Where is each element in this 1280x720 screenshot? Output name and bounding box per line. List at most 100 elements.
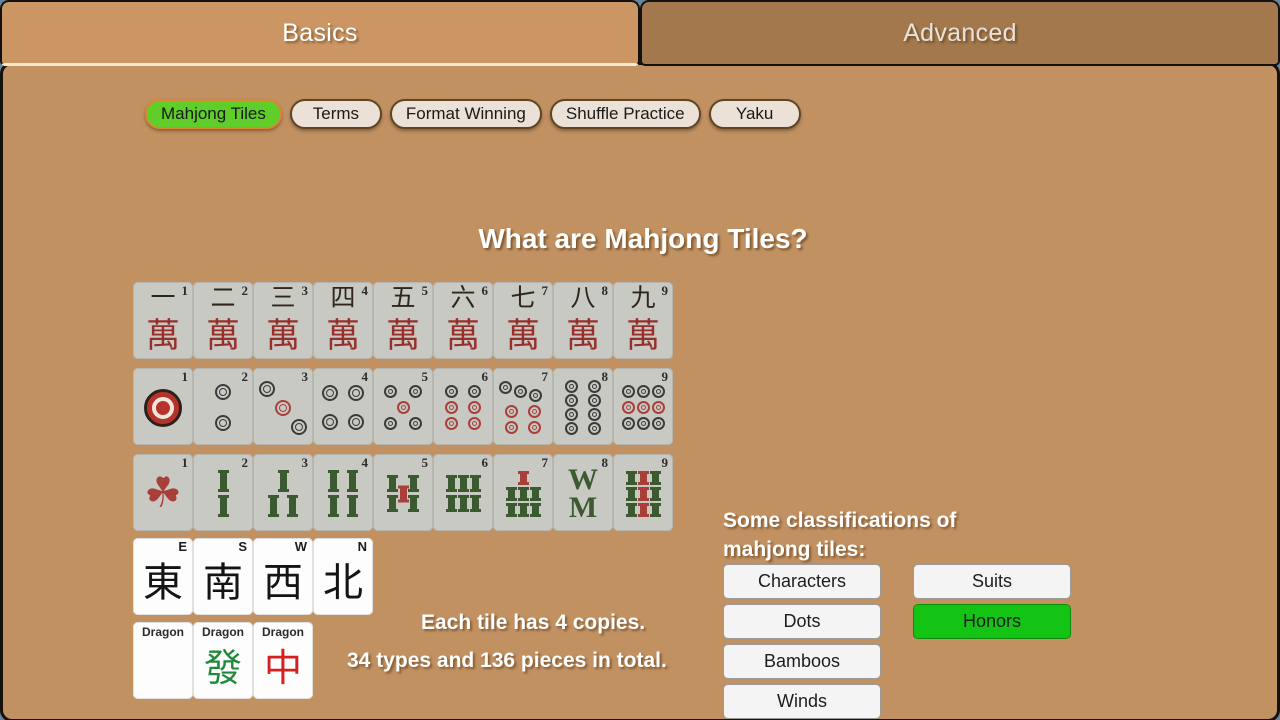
tile-character-9[interactable]: 9 九 萬 — [613, 282, 673, 359]
bamboo-stick-icon — [517, 486, 529, 501]
tile-dragon-red[interactable]: Dragon 中 — [253, 622, 313, 699]
dot-icon — [636, 385, 650, 398]
tile-bamboo-2[interactable]: 2 — [193, 454, 253, 531]
tile-dragon-white[interactable]: Dragon — [133, 622, 193, 699]
bamboo-stick-icon — [505, 486, 517, 501]
subnav-item-shuffle-practice[interactable]: Shuffle Practice — [549, 99, 701, 129]
wind-glyph: 北 — [323, 559, 363, 606]
tile-bamboo-1[interactable]: 1 ☘ — [133, 454, 193, 531]
caption-totals: 34 types and 136 pieces in total. — [347, 649, 667, 672]
subnav-item-yaku-label: Yaku — [735, 104, 774, 123]
dot-icon — [636, 401, 650, 414]
bamboo-stick-icon — [625, 470, 637, 485]
tile-dot-2[interactable]: 2 — [193, 368, 253, 445]
tile-bamboo-5[interactable]: 5 — [373, 454, 433, 531]
tile-glyph-bottom: 萬 — [626, 316, 660, 356]
dot-icon — [445, 417, 458, 430]
tile-number: 8 — [601, 369, 609, 384]
classification-button-bamboos[interactable]: Bamboos — [723, 644, 881, 679]
bamboo-stick-icon — [529, 502, 541, 517]
bamboo-pattern — [438, 461, 488, 526]
tile-wind-west[interactable]: W 西 — [253, 538, 313, 615]
tile-number: 4 — [361, 455, 369, 470]
tile-row-bamboos: 1 ☘ 2 3 4 5 6 7 8 W M 9 — [133, 454, 673, 531]
dot-icon — [588, 422, 601, 435]
tile-dot-7[interactable]: 7 — [493, 368, 553, 445]
tile-bamboo-8[interactable]: 8 W M — [553, 454, 613, 531]
classification-button-suits[interactable]: Suits — [913, 564, 1071, 599]
tile-wind-south[interactable]: S 南 — [193, 538, 253, 615]
bamboo-pattern — [378, 461, 428, 526]
tile-number: 5 — [421, 369, 429, 384]
tile-dot-4[interactable]: 4 — [313, 368, 373, 445]
tile-character-6[interactable]: 6 六 萬 — [433, 282, 493, 359]
tile-glyph-bottom: 萬 — [386, 316, 420, 356]
tile-dot-3[interactable]: 3 — [253, 368, 313, 445]
tile-bamboo-7[interactable]: 7 — [493, 454, 553, 531]
dot-icon — [636, 417, 650, 430]
dot-icon — [651, 401, 665, 414]
classification-title: Some classifications of mahjong tiles: — [723, 506, 1023, 564]
bamboo-pattern — [618, 461, 668, 526]
tile-character-7[interactable]: 7 七 萬 — [493, 282, 553, 359]
subnav-item-yaku[interactable]: Yaku — [708, 99, 801, 129]
tile-bamboo-4[interactable]: 4 — [313, 454, 373, 531]
classification-button-winds-label: Winds — [776, 691, 827, 711]
tile-bamboo-9[interactable]: 9 — [613, 454, 673, 531]
tile-dot-1[interactable]: 1 — [133, 368, 193, 445]
tile-dot-9[interactable]: 9 — [613, 368, 673, 445]
dot-icon — [499, 381, 512, 394]
dot-icon — [565, 394, 578, 407]
tile-wind-east[interactable]: E 東 — [133, 538, 193, 615]
tile-bamboo-6[interactable]: 6 — [433, 454, 493, 531]
tile-dragon-green[interactable]: Dragon 發 — [193, 622, 253, 699]
tile-wind-north[interactable]: N 北 — [313, 538, 373, 615]
subnav-item-format-winning[interactable]: Format Winning — [389, 99, 542, 129]
tab-basics[interactable]: Basics — [0, 0, 640, 66]
tile-character-8[interactable]: 8 八 萬 — [553, 282, 613, 359]
subnav-item-mahjong-tiles-label: Mahjong Tiles — [161, 104, 266, 123]
bamboo-m-glyph: M — [568, 490, 598, 524]
tab-advanced[interactable]: Advanced — [640, 0, 1280, 66]
tile-dot-5[interactable]: 5 — [373, 368, 433, 445]
tile-number: 1 — [181, 369, 189, 384]
bamboo-stick-icon — [469, 495, 481, 512]
bamboo-stick-icon — [217, 470, 229, 492]
tile-bamboo-3[interactable]: 3 — [253, 454, 313, 531]
tile-glyph-bottom: 萬 — [326, 316, 360, 356]
classification-button-honors-label: Honors — [962, 611, 1022, 631]
tile-character-5[interactable]: 5 五 萬 — [373, 282, 433, 359]
dragon-glyph — [133, 638, 193, 697]
dot-icon — [588, 394, 601, 407]
tile-character-4[interactable]: 4 四 萬 — [313, 282, 373, 359]
classification-button-characters[interactable]: Characters — [723, 564, 881, 599]
tile-character-2[interactable]: 2 二 萬 — [193, 282, 253, 359]
dot-pattern — [379, 376, 427, 439]
subnav-item-terms[interactable]: Terms — [289, 99, 382, 129]
bamboo-stick-icon — [277, 470, 289, 492]
dot-icon — [259, 380, 275, 397]
dot-icon — [468, 401, 481, 414]
classification-button-dots[interactable]: Dots — [723, 604, 881, 639]
dot-icon — [505, 405, 518, 418]
tile-character-1[interactable]: 1 一 萬 — [133, 282, 193, 359]
tile-dot-8[interactable]: 8 — [553, 368, 613, 445]
dot-pattern — [259, 376, 307, 439]
dragon-glyph: 發 — [203, 645, 242, 690]
classification-button-winds[interactable]: Winds — [723, 684, 881, 719]
bamboo-stick-icon — [347, 470, 358, 492]
bamboo-pattern — [198, 461, 248, 526]
dot-icon — [514, 385, 527, 398]
tile-number: 3 — [301, 455, 309, 470]
tile-dot-6[interactable]: 6 — [433, 368, 493, 445]
bamboo-stick-icon — [637, 470, 649, 485]
bamboo-stick-icon — [328, 470, 339, 492]
dot-icon — [384, 385, 397, 398]
bamboo-stick-icon — [637, 502, 649, 517]
tile-character-3[interactable]: 3 三 萬 — [253, 282, 313, 359]
tile-row-dragons: Dragon Dragon 發 Dragon 中 — [133, 622, 313, 699]
classification-button-honors[interactable]: Honors — [913, 604, 1071, 639]
dot-icon — [588, 380, 601, 393]
subnav-item-mahjong-tiles[interactable]: Mahjong Tiles — [145, 99, 282, 129]
dot-icon — [409, 417, 422, 430]
